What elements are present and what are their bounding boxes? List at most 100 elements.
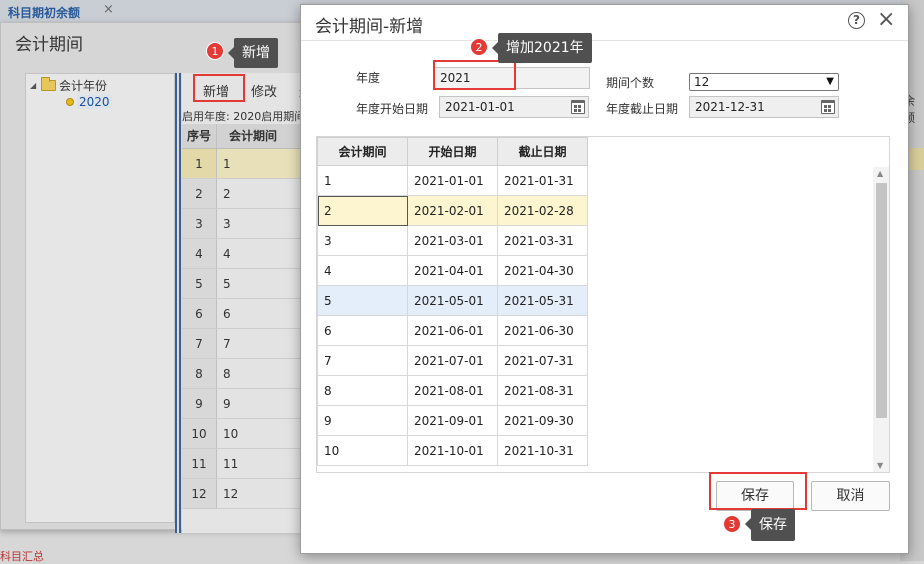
table-row[interactable]: 99: [182, 389, 311, 419]
cell-end-date[interactable]: 2021-01-31: [497, 165, 588, 196]
scroll-down-icon[interactable]: ▼: [877, 461, 883, 470]
table-row[interactable]: 10 10: [182, 419, 311, 449]
panel-splitter[interactable]: [175, 73, 181, 533]
cell-end-date[interactable]: 2021-05-31: [497, 285, 588, 316]
row-number: 6: [182, 299, 217, 328]
cell-period[interactable]: 2: [317, 195, 408, 226]
row-period: 1: [223, 157, 231, 171]
table-row[interactable]: 12 12: [182, 479, 311, 509]
cell-period[interactable]: 9: [317, 405, 408, 436]
row-number: 12: [182, 479, 217, 508]
row-period: 11: [223, 457, 239, 471]
cell-end-date[interactable]: 2021-07-31: [497, 345, 588, 376]
cell-start-date[interactable]: 2021-09-01: [407, 405, 498, 436]
period-grid-body: 1 1 2 2 3 3 4 4 5 5 6 6 7 7 8 8 9 9 10 10 11 11 12 12: [182, 149, 311, 509]
periods-table-header: 会计期间 开始日期 截止日期: [317, 137, 588, 166]
cell-start-date[interactable]: 2021-10-01: [407, 435, 498, 466]
table-row[interactable]: 2 2021-02-01 2021-02-28: [317, 195, 588, 226]
end-date-input[interactable]: 2021-12-31: [689, 96, 839, 118]
start-date-label: 年度开始日期: [356, 102, 429, 116]
table-row[interactable]: 77: [182, 329, 311, 359]
scroll-thumb[interactable]: [876, 183, 887, 418]
table-row[interactable]: 33: [182, 209, 311, 239]
calendar-icon[interactable]: [821, 100, 835, 114]
cell-start-date[interactable]: 2021-06-01: [407, 315, 498, 346]
cell-period[interactable]: 3: [317, 225, 408, 256]
cell-period[interactable]: 1: [317, 165, 408, 196]
scroll-up-icon[interactable]: ▲: [877, 169, 883, 178]
cell-start-date[interactable]: 2021-04-01: [407, 255, 498, 286]
cancel-button[interactable]: 取消: [811, 481, 890, 511]
table-row[interactable]: 5 2021-05-01 2021-05-31: [317, 285, 588, 316]
toolbar: 新增 修改 删: [182, 73, 312, 103]
cell-period[interactable]: 7: [317, 345, 408, 376]
tree-expand-icon[interactable]: ◢: [30, 81, 38, 90]
row-period: 4: [223, 247, 231, 261]
table-row[interactable]: 4 2021-04-01 2021-04-30: [317, 255, 588, 286]
end-date-label: 年度截止日期: [606, 102, 679, 116]
table-scrollbar[interactable]: ▲ ▼: [873, 167, 889, 472]
cell-end-date[interactable]: 2021-02-28: [497, 195, 588, 226]
save-button[interactable]: 保存: [716, 481, 794, 511]
start-date-input[interactable]: 2021-01-01: [439, 96, 589, 118]
edit-button[interactable]: 修改: [251, 81, 277, 100]
cell-start-date[interactable]: 2021-02-01: [407, 195, 498, 226]
row-period: 10: [223, 427, 239, 441]
table-row[interactable]: 11: [182, 149, 311, 179]
cell-end-date[interactable]: 2021-08-31: [497, 375, 588, 406]
tree-root-node[interactable]: ◢ 会计年份: [30, 76, 107, 93]
table-row[interactable]: 22: [182, 179, 311, 209]
background-tab-title[interactable]: 科目期初余额: [8, 4, 80, 21]
col-header-end: 截止日期: [497, 137, 588, 166]
cell-period[interactable]: 8: [317, 375, 408, 406]
row-number: 9: [182, 389, 217, 418]
table-row[interactable]: 6 2021-06-01 2021-06-30: [317, 315, 588, 346]
close-icon[interactable]: ×: [877, 8, 895, 32]
cell-start-date[interactable]: 2021-08-01: [407, 375, 498, 406]
background-tab-close-icon[interactable]: ×: [103, 2, 114, 17]
cell-period[interactable]: 4: [317, 255, 408, 286]
cell-end-date[interactable]: 2021-09-30: [497, 405, 588, 436]
year-input[interactable]: 2021: [434, 67, 590, 89]
cell-end-date[interactable]: 2021-06-30: [497, 315, 588, 346]
row-period: 8: [223, 367, 231, 381]
cell-start-date[interactable]: 2021-01-01: [407, 165, 498, 196]
cell-period[interactable]: 5: [317, 285, 408, 316]
add-period-dialog: 会计期间-新增 ? × 年度 2021 期间个数 12 ▼ 年度开始日期 202…: [300, 4, 909, 554]
row-period: 6: [223, 307, 231, 321]
table-row[interactable]: 66: [182, 299, 311, 329]
tree-year-node[interactable]: 2020: [66, 94, 112, 110]
add-button[interactable]: 新增: [203, 81, 229, 100]
table-row[interactable]: 44: [182, 239, 311, 269]
table-row[interactable]: 10 2021-10-01 2021-10-31: [317, 435, 588, 466]
cell-period[interactable]: 6: [317, 315, 408, 346]
chevron-down-icon: ▼: [826, 76, 834, 87]
table-row[interactable]: 9 2021-09-01 2021-09-30: [317, 405, 588, 436]
table-row[interactable]: 3 2021-03-01 2021-03-31: [317, 225, 588, 256]
cell-start-date[interactable]: 2021-07-01: [407, 345, 498, 376]
dot-icon: [66, 98, 74, 106]
table-row[interactable]: 8 2021-08-01 2021-08-31: [317, 375, 588, 406]
period-count-select[interactable]: 12 ▼: [689, 73, 839, 91]
cell-start-date[interactable]: 2021-03-01: [407, 225, 498, 256]
period-list-panel: 新增 修改 删 启用年度: 2020启用期间 序号 会计期间 112233445…: [182, 73, 312, 533]
help-circle-icon[interactable]: ?: [848, 12, 865, 29]
table-row[interactable]: 88: [182, 359, 311, 389]
step-2-tooltip: 增加2021年: [492, 33, 592, 63]
periods-table-container: 会计期间 开始日期 截止日期 1 2021-01-01 2021-01-31 2 202…: [316, 136, 890, 473]
cell-end-date[interactable]: 2021-04-30: [497, 255, 588, 286]
cell-end-date[interactable]: 2021-10-31: [497, 435, 588, 466]
cell-end-date[interactable]: 2021-03-31: [497, 225, 588, 256]
row-period: 5: [223, 277, 231, 291]
table-row[interactable]: 7 2021-07-01 2021-07-31: [317, 345, 588, 376]
table-row[interactable]: 55: [182, 269, 311, 299]
cell-period[interactable]: 10: [317, 435, 408, 466]
table-row[interactable]: 11 11: [182, 449, 311, 479]
cell-start-date[interactable]: 2021-05-01: [407, 285, 498, 316]
calendar-icon[interactable]: [571, 100, 585, 114]
row-number: 4: [182, 239, 217, 268]
period-count-value: 12: [694, 75, 710, 89]
row-period: 3: [223, 217, 231, 231]
table-row[interactable]: 1 2021-01-01 2021-01-31: [317, 165, 588, 196]
row-number: 2: [182, 179, 217, 208]
